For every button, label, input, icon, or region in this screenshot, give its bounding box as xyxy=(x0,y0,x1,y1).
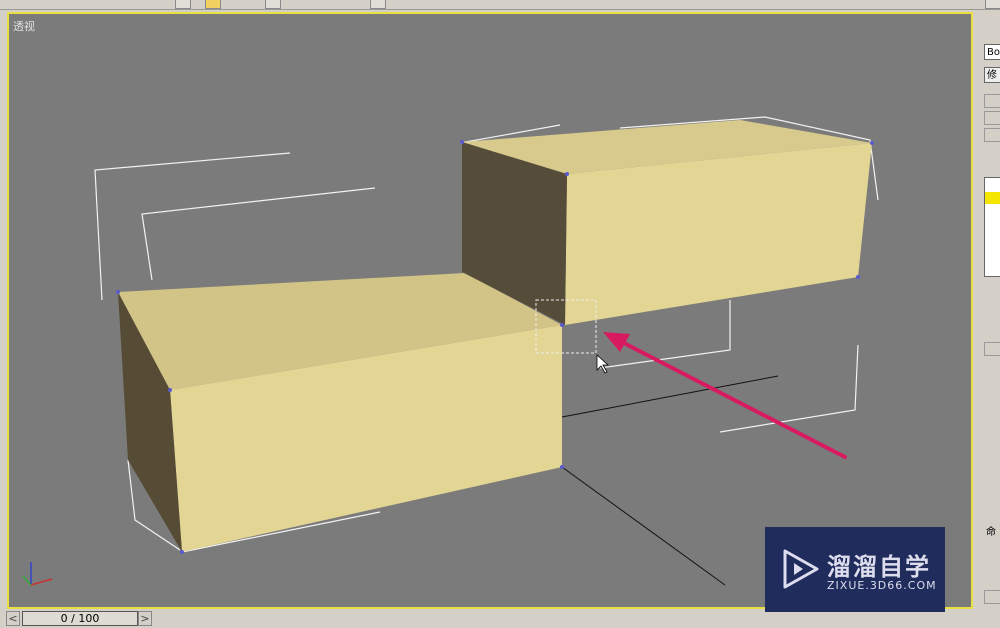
box-lower-left xyxy=(118,273,562,552)
box-upper-right xyxy=(462,120,872,325)
next-frame-button[interactable]: > xyxy=(138,611,152,626)
play-logo-icon xyxy=(783,549,819,589)
modifier-list-dropdown[interactable]: 修 xyxy=(984,67,1000,83)
command-panel: Bo 修 命 xyxy=(978,12,1000,612)
previous-frame-button[interactable]: < xyxy=(6,611,20,626)
modifier-stack-list[interactable] xyxy=(984,177,1000,277)
watermark-url: ZIXUE.3D66.COM xyxy=(827,579,937,592)
mouse-cursor-icon xyxy=(596,354,610,374)
panel-button[interactable] xyxy=(984,111,1000,125)
rollout-expand-button[interactable] xyxy=(984,590,1000,604)
watermark: 溜溜自学 ZIXUE.3D66.COM xyxy=(765,527,945,612)
object-name-field[interactable]: Bo xyxy=(984,44,1000,60)
time-slider[interactable]: 0 / 100 xyxy=(22,611,138,626)
time-slider-bar: < 0 / 100 > xyxy=(0,610,1000,628)
panel-button[interactable] xyxy=(984,94,1000,108)
panel-button[interactable] xyxy=(984,128,1000,142)
rollout-collapse-button[interactable] xyxy=(984,342,1000,356)
perspective-viewport[interactable]: 透视 xyxy=(7,12,973,609)
axis-gizmo-icon xyxy=(22,562,53,586)
watermark-title: 溜溜自学 xyxy=(827,553,931,581)
command-label: 命 xyxy=(986,527,996,538)
